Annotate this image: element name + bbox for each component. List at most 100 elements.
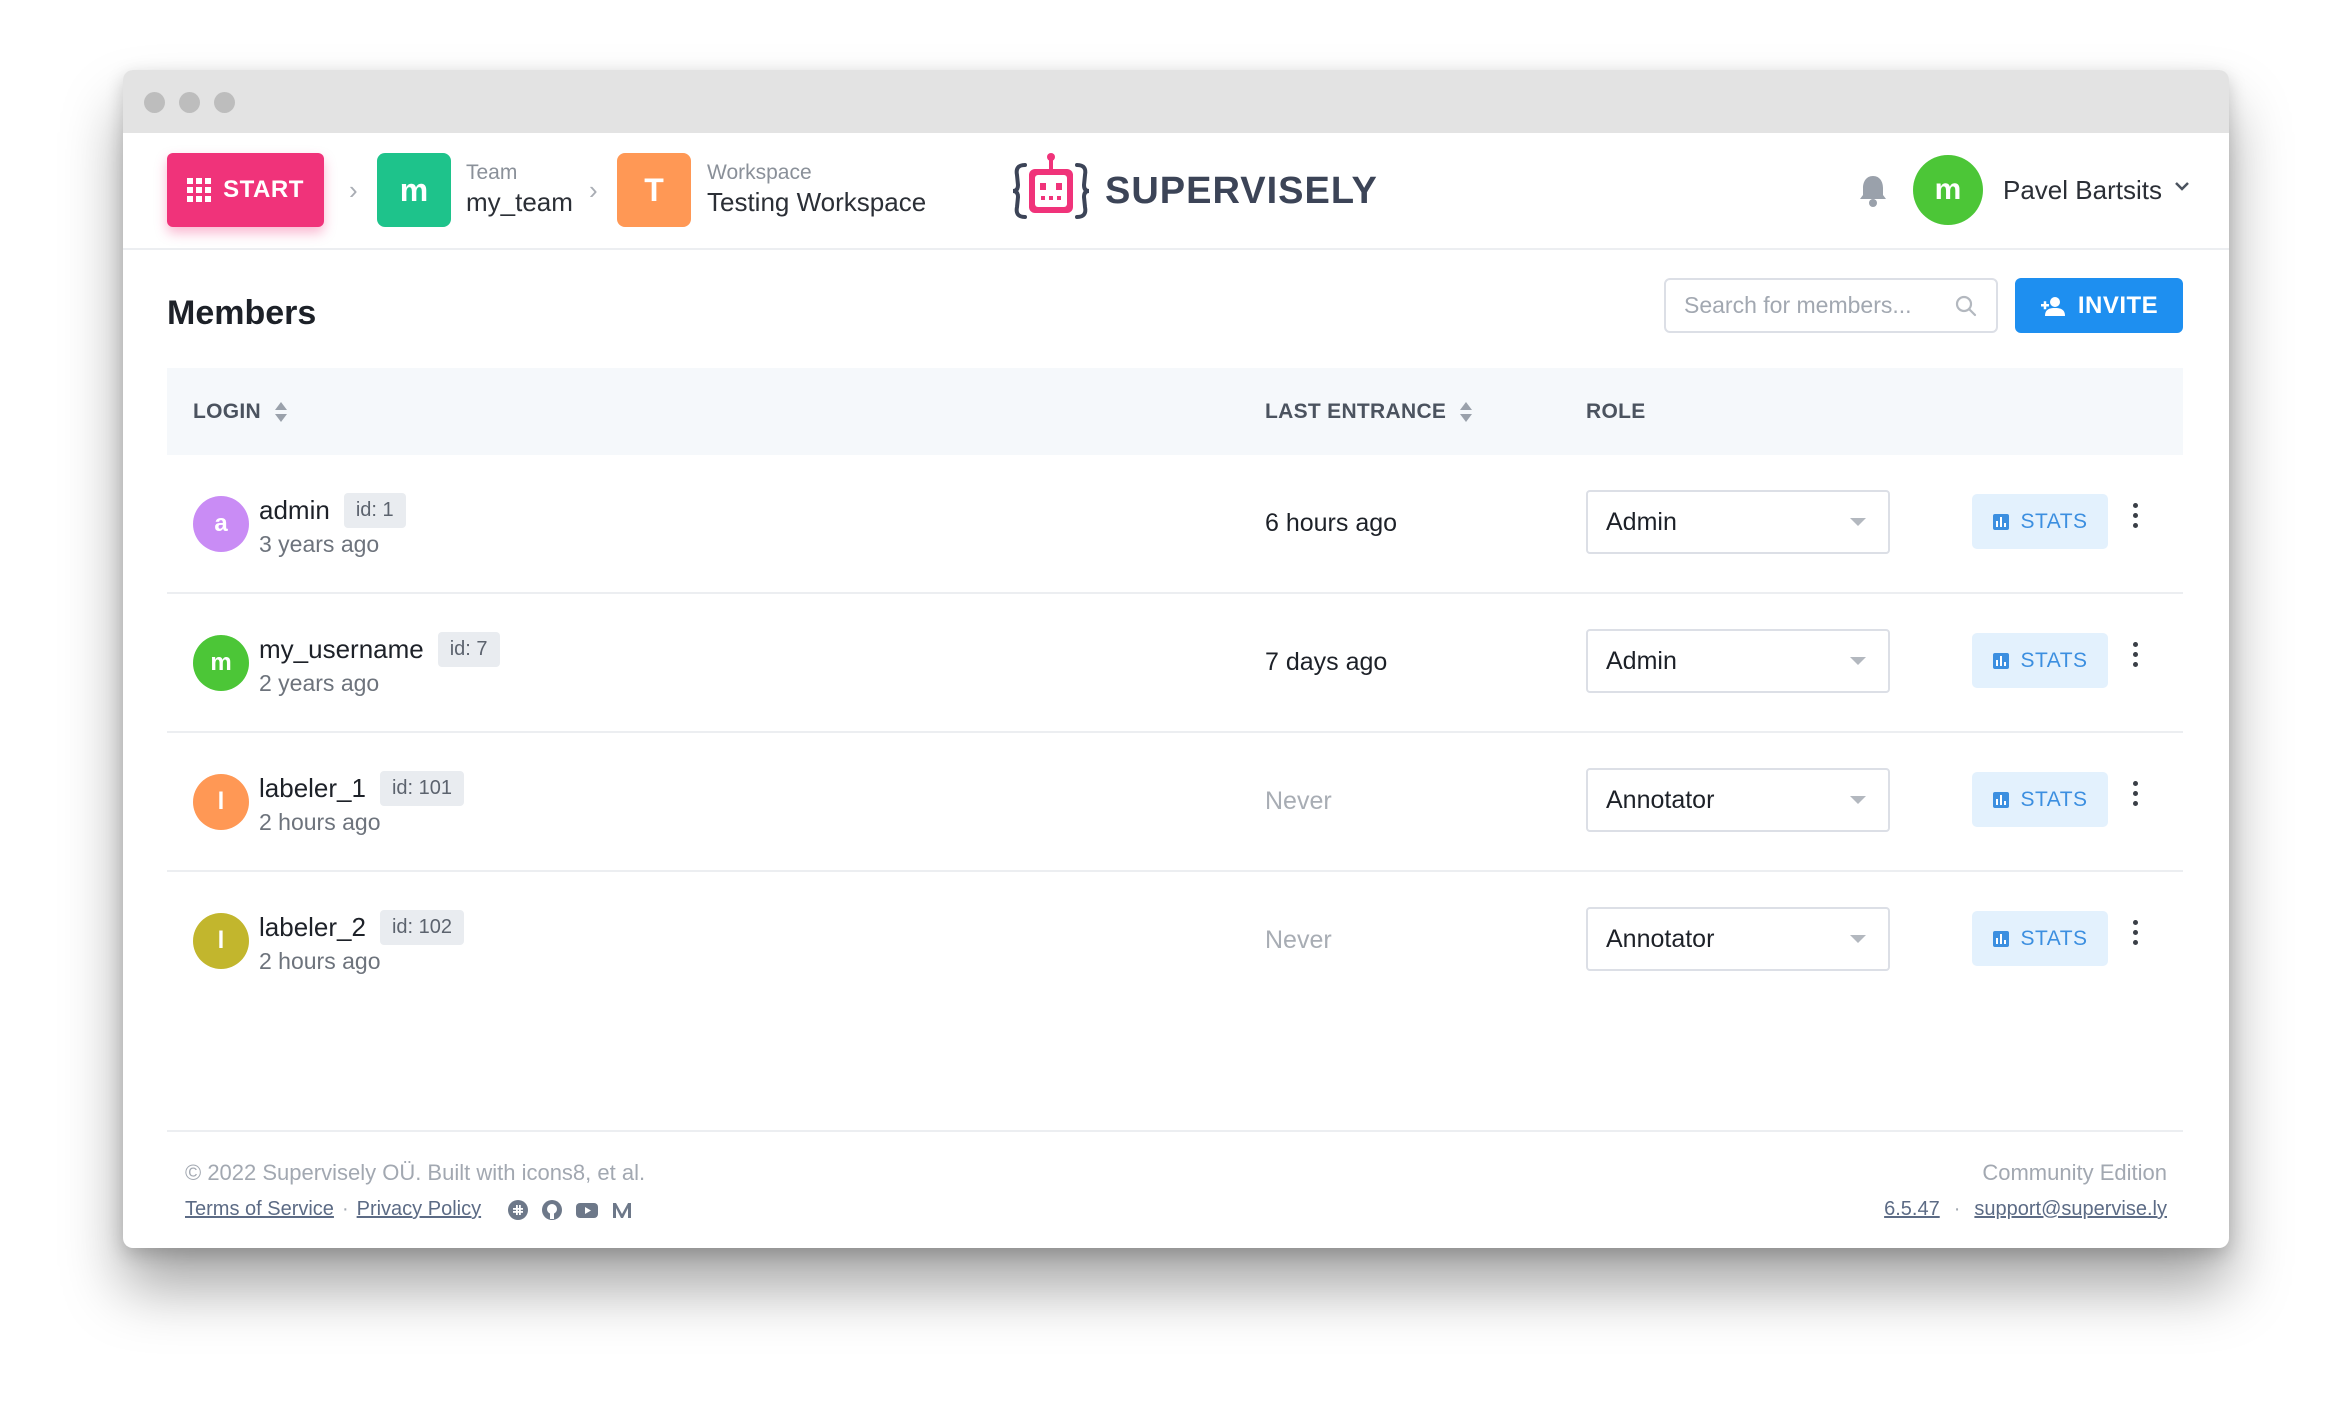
robot-logo-icon (1012, 153, 1090, 219)
footer-right-links: 6.5.47 · support@supervise.ly (1884, 1198, 2167, 1221)
team-name: my_team (466, 187, 573, 217)
privacy-link[interactable]: Privacy Policy (357, 1198, 481, 1221)
member-login-name[interactable]: labeler_2 (259, 912, 366, 943)
role-value: Annotator (1606, 785, 1715, 814)
add-user-icon (2040, 296, 2065, 316)
team-label: Team (466, 161, 518, 184)
member-last-entrance: Never (1265, 926, 1332, 954)
more-options-icon[interactable] (2129, 499, 2142, 532)
workspace-label: Workspace (707, 161, 812, 184)
table-row: l labeler_1 id: 101 2 hours ago Never An… (167, 733, 2183, 872)
member-id-badge: id: 1 (343, 493, 406, 528)
medium-icon[interactable] (611, 1200, 633, 1220)
member-created: 2 hours ago (259, 809, 381, 835)
member-last-entrance: 6 hours ago (1265, 509, 1398, 537)
caret-down-icon (1850, 796, 1866, 804)
link-separator: · (1953, 1198, 1961, 1220)
bar-chart-icon (1993, 930, 2010, 947)
role-value: Admin (1606, 507, 1677, 536)
edition-text: Community Edition (1982, 1160, 2167, 1185)
window-titlebar (123, 70, 2229, 133)
caret-down-icon (1850, 518, 1866, 526)
member-login-name[interactable]: admin (259, 495, 330, 526)
member-created: 3 years ago (259, 531, 380, 557)
start-button-label: START (223, 176, 304, 203)
stats-button[interactable]: STATS (1972, 772, 2108, 827)
stats-button-label: STATS (2020, 787, 2088, 811)
user-avatar[interactable]: m (1913, 155, 1983, 225)
more-options-icon[interactable] (2129, 777, 2142, 810)
role-value: Admin (1606, 646, 1677, 675)
sort-icon (273, 400, 289, 424)
search-placeholder: Search for members... (1684, 292, 1912, 318)
member-id-badge: id: 102 (379, 910, 465, 945)
member-login: labeler_1 id: 101 (259, 771, 465, 806)
breadcrumb-workspace[interactable]: Workspace Testing Workspace (707, 161, 926, 218)
member-created: 2 hours ago (259, 948, 381, 974)
sort-icon (1458, 400, 1474, 424)
footer-links: Terms of Service · Privacy Policy (185, 1198, 633, 1221)
caret-down-icon (1850, 935, 1866, 943)
table-row: m my_username id: 7 2 years ago 7 days a… (167, 594, 2183, 733)
role-select[interactable]: Annotator (1586, 768, 1890, 832)
supervisely-logo[interactable]: SUPERVISELY (1011, 151, 1378, 231)
youtube-icon[interactable] (575, 1200, 599, 1220)
member-avatar: m (193, 635, 249, 691)
bar-chart-icon (1993, 513, 2010, 530)
window-close-dot[interactable] (144, 92, 165, 113)
user-name[interactable]: Pavel Bartsits (2003, 175, 2162, 206)
stats-button-label: STATS (2020, 926, 2088, 950)
window-maximize-dot[interactable] (214, 92, 235, 113)
workspace-avatar[interactable]: T (617, 153, 691, 227)
table-row: a admin id: 1 3 years ago 6 hours ago Ad… (167, 455, 2183, 594)
column-login-label: LOGIN (193, 400, 261, 423)
member-login-name[interactable]: labeler_1 (259, 773, 366, 804)
member-last-entrance: Never (1265, 787, 1332, 815)
team-avatar[interactable]: m (377, 153, 451, 227)
table-header: LOGIN LAST ENTRANCE ROLE (167, 368, 2183, 455)
footer: © 2022 Supervisely OÜ. Built with icons8… (167, 1130, 2183, 1220)
stats-button[interactable]: STATS (1972, 633, 2108, 688)
terms-link[interactable]: Terms of Service (185, 1198, 334, 1221)
copyright-text: © 2022 Supervisely OÜ. Built with icons8… (185, 1160, 646, 1185)
column-header-login[interactable]: LOGIN (193, 400, 289, 424)
github-icon[interactable] (541, 1199, 563, 1221)
column-header-last-entrance[interactable]: LAST ENTRANCE (1265, 400, 1474, 424)
version-link[interactable]: 6.5.47 (1884, 1198, 1940, 1221)
logo-text: SUPERVISELY (1105, 169, 1378, 212)
member-login: admin id: 1 (259, 493, 406, 528)
search-input[interactable]: Search for members... (1664, 278, 1998, 333)
member-id-badge: id: 101 (379, 771, 465, 806)
role-select[interactable]: Admin (1586, 629, 1890, 693)
member-login-name[interactable]: my_username (259, 634, 424, 665)
more-options-icon[interactable] (2129, 638, 2142, 671)
stats-button-label: STATS (2020, 509, 2088, 533)
breadcrumb-team[interactable]: Team my_team (466, 161, 573, 218)
more-options-icon[interactable] (2129, 916, 2142, 949)
column-header-role: ROLE (1586, 400, 1646, 424)
column-role-label: ROLE (1586, 400, 1646, 423)
members-page: Members Search for members... INVITE LOG… (123, 250, 2229, 1246)
stats-button[interactable]: STATS (1972, 911, 2108, 966)
chevron-down-icon[interactable] (2173, 179, 2191, 197)
role-select[interactable]: Admin (1586, 490, 1890, 554)
bar-chart-icon (1993, 652, 2010, 669)
member-created: 2 years ago (259, 670, 380, 696)
page-title: Members (167, 294, 317, 332)
role-select[interactable]: Annotator (1586, 907, 1890, 971)
bar-chart-icon (1993, 791, 2010, 808)
member-avatar: l (193, 913, 249, 969)
start-button[interactable]: START (167, 153, 324, 227)
support-email-link[interactable]: support@supervise.ly (1974, 1198, 2167, 1221)
member-login: my_username id: 7 (259, 632, 500, 667)
member-login: labeler_2 id: 102 (259, 910, 465, 945)
window-minimize-dot[interactable] (179, 92, 200, 113)
top-navigation: START › m Team my_team › T Workspace Tes… (123, 133, 2229, 250)
slack-icon[interactable] (507, 1199, 529, 1221)
breadcrumb-chevron-icon: › (589, 175, 598, 205)
link-separator: · (341, 1198, 349, 1220)
stats-button-label: STATS (2020, 648, 2088, 672)
stats-button[interactable]: STATS (1972, 494, 2108, 549)
invite-button[interactable]: INVITE (2015, 278, 2183, 333)
notifications-bell-icon[interactable] (1858, 173, 1888, 212)
